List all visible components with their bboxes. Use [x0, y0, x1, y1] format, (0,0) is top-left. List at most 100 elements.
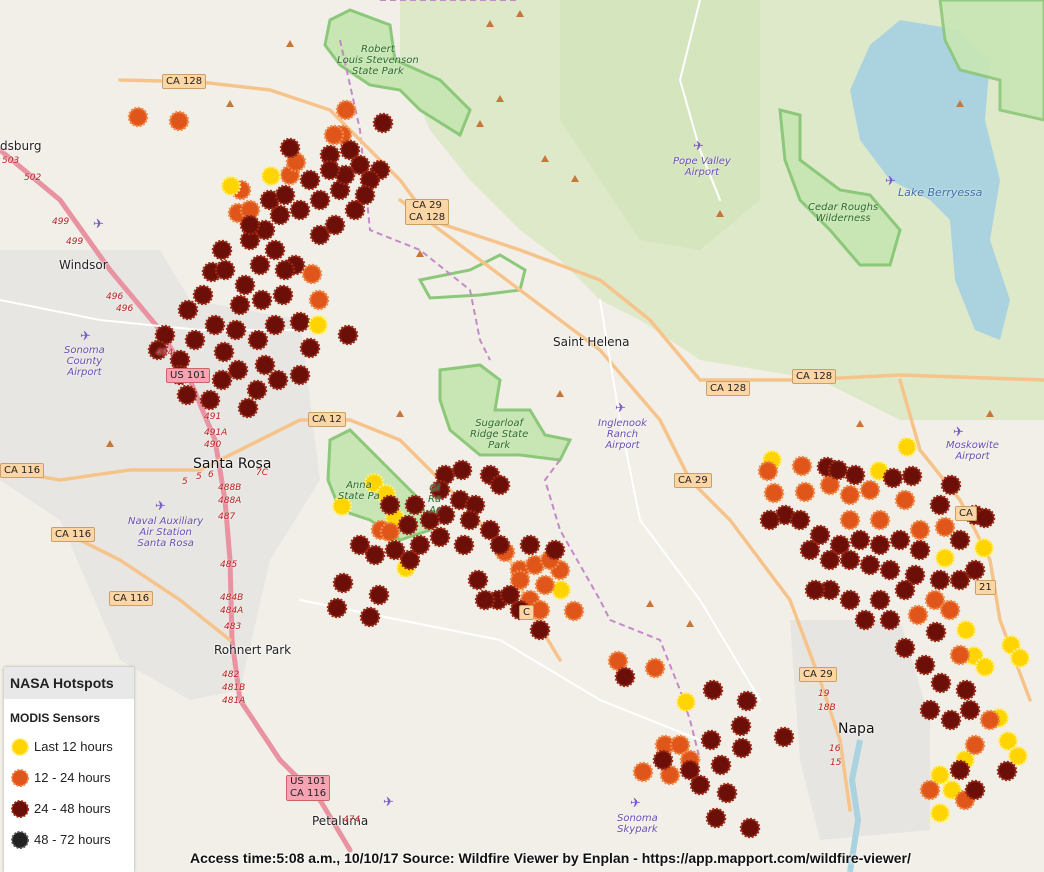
hotspot-24-48-hours[interactable]	[429, 526, 451, 548]
hotspot-24-48-hours[interactable]	[234, 274, 256, 296]
hotspot-12-24-hours[interactable]	[839, 484, 861, 506]
hotspot-last-12-hours[interactable]	[260, 165, 282, 187]
hotspot-24-48-hours[interactable]	[940, 474, 962, 496]
hotspot-24-48-hours[interactable]	[249, 254, 271, 276]
hotspot-24-48-hours[interactable]	[919, 699, 941, 721]
hotspot-24-48-hours[interactable]	[839, 549, 861, 571]
hotspot-24-48-hours[interactable]	[739, 817, 761, 839]
hotspot-24-48-hours[interactable]	[332, 572, 354, 594]
hotspot-24-48-hours[interactable]	[459, 509, 481, 531]
hotspot-last-12-hours[interactable]	[955, 619, 977, 641]
hotspot-24-48-hours[interactable]	[264, 239, 286, 261]
hotspot-24-48-hours[interactable]	[949, 759, 971, 781]
hotspot-24-48-hours[interactable]	[279, 137, 301, 159]
hotspot-24-48-hours[interactable]	[326, 597, 348, 619]
hotspot-24-48-hours[interactable]	[689, 774, 711, 796]
hotspot-24-48-hours[interactable]	[451, 459, 473, 481]
hotspot-24-48-hours[interactable]	[731, 737, 753, 759]
hotspot-12-24-hours[interactable]	[869, 509, 891, 531]
hotspot-24-48-hours[interactable]	[964, 559, 986, 581]
hotspot-24-48-hours[interactable]	[804, 579, 826, 601]
hotspot-24-48-hours[interactable]	[213, 341, 235, 363]
hotspot-24-48-hours[interactable]	[844, 464, 866, 486]
hotspot-24-48-hours[interactable]	[702, 679, 724, 701]
hotspot-12-24-hours[interactable]	[127, 106, 149, 128]
hotspot-24-48-hours[interactable]	[869, 589, 891, 611]
hotspot-24-48-hours[interactable]	[254, 354, 276, 376]
hotspot-24-48-hours[interactable]	[309, 224, 331, 246]
hotspot-24-48-hours[interactable]	[264, 314, 286, 336]
hotspot-24-48-hours[interactable]	[274, 184, 296, 206]
hotspot-24-48-hours[interactable]	[319, 159, 341, 181]
hotspot-24-48-hours[interactable]	[759, 509, 781, 531]
hotspot-last-12-hours[interactable]	[974, 656, 996, 678]
hotspot-24-48-hours[interactable]	[274, 259, 296, 281]
hotspot-12-24-hours[interactable]	[859, 479, 881, 501]
hotspot-last-12-hours[interactable]	[1009, 647, 1031, 669]
hotspot-last-12-hours[interactable]	[307, 314, 329, 336]
hotspot-12-24-hours[interactable]	[964, 734, 986, 756]
hotspot-24-48-hours[interactable]	[879, 559, 901, 581]
hotspot-24-48-hours[interactable]	[955, 679, 977, 701]
hotspot-24-48-hours[interactable]	[289, 311, 311, 333]
hotspot-24-48-hours[interactable]	[214, 259, 236, 281]
hotspot-last-12-hours[interactable]	[675, 691, 697, 713]
hotspot-12-24-hours[interactable]	[563, 600, 585, 622]
hotspot-24-48-hours[interactable]	[799, 539, 821, 561]
hotspot-24-48-hours[interactable]	[239, 214, 261, 236]
hotspot-12-24-hours[interactable]	[379, 521, 401, 543]
hotspot-12-24-hours[interactable]	[894, 489, 916, 511]
hotspot-24-48-hours[interactable]	[859, 554, 881, 576]
hotspot-last-12-hours[interactable]	[550, 579, 572, 601]
hotspot-24-48-hours[interactable]	[184, 329, 206, 351]
hotspot-24-48-hours[interactable]	[901, 465, 923, 487]
hotspot-24-48-hours[interactable]	[192, 284, 214, 306]
hotspot-12-24-hours[interactable]	[323, 124, 345, 146]
hotspot-24-48-hours[interactable]	[827, 459, 849, 481]
hotspot-12-24-hours[interactable]	[301, 263, 323, 285]
hotspot-24-48-hours[interactable]	[964, 779, 986, 801]
hotspot-24-48-hours[interactable]	[229, 294, 251, 316]
hotspot-24-48-hours[interactable]	[974, 507, 996, 529]
hotspot-12-24-hours[interactable]	[534, 574, 556, 596]
hotspot-24-48-hours[interactable]	[397, 514, 419, 536]
hotspot-24-48-hours[interactable]	[529, 619, 551, 641]
hotspot-24-48-hours[interactable]	[489, 474, 511, 496]
hotspot-24-48-hours[interactable]	[372, 112, 394, 134]
hotspot-24-48-hours[interactable]	[652, 749, 674, 771]
hotspot-12-24-hours[interactable]	[839, 509, 861, 531]
hotspot-24-48-hours[interactable]	[489, 534, 511, 556]
hotspot-24-48-hours[interactable]	[914, 654, 936, 676]
hotspot-24-48-hours[interactable]	[359, 606, 381, 628]
hotspot-24-48-hours[interactable]	[237, 397, 259, 419]
hotspot-24-48-hours[interactable]	[299, 169, 321, 191]
hotspot-24-48-hours[interactable]	[269, 204, 291, 226]
hotspot-12-24-hours[interactable]	[763, 482, 785, 504]
hotspot-24-48-hours[interactable]	[379, 494, 401, 516]
hotspot-24-48-hours[interactable]	[177, 299, 199, 321]
hotspot-24-48-hours[interactable]	[909, 539, 931, 561]
hotspot-24-48-hours[interactable]	[176, 384, 198, 406]
hotspot-24-48-hours[interactable]	[499, 584, 521, 606]
hotspot-24-48-hours[interactable]	[409, 534, 431, 556]
hotspot-12-24-hours[interactable]	[919, 779, 941, 801]
hotspot-24-48-hours[interactable]	[736, 690, 758, 712]
hotspot-12-24-hours[interactable]	[308, 289, 330, 311]
hotspot-24-48-hours[interactable]	[879, 609, 901, 631]
hotspot-24-48-hours[interactable]	[929, 569, 951, 591]
hotspot-12-24-hours[interactable]	[949, 644, 971, 666]
hotspot-24-48-hours[interactable]	[930, 672, 952, 694]
hotspot-12-24-hours[interactable]	[168, 110, 190, 132]
hotspot-24-48-hours[interactable]	[614, 666, 636, 688]
hotspot-last-12-hours[interactable]	[934, 547, 956, 569]
hotspot-last-12-hours[interactable]	[973, 537, 995, 559]
hotspot-12-24-hours[interactable]	[335, 99, 357, 121]
hotspot-24-48-hours[interactable]	[889, 529, 911, 551]
hotspot-24-48-hours[interactable]	[730, 715, 752, 737]
hotspot-24-48-hours[interactable]	[467, 569, 489, 591]
hotspot-24-48-hours[interactable]	[272, 284, 294, 306]
hotspot-24-48-hours[interactable]	[474, 589, 496, 611]
hotspot-12-24-hours[interactable]	[907, 604, 929, 626]
hotspot-12-24-hours[interactable]	[909, 519, 931, 541]
hotspot-24-48-hours[interactable]	[839, 589, 861, 611]
